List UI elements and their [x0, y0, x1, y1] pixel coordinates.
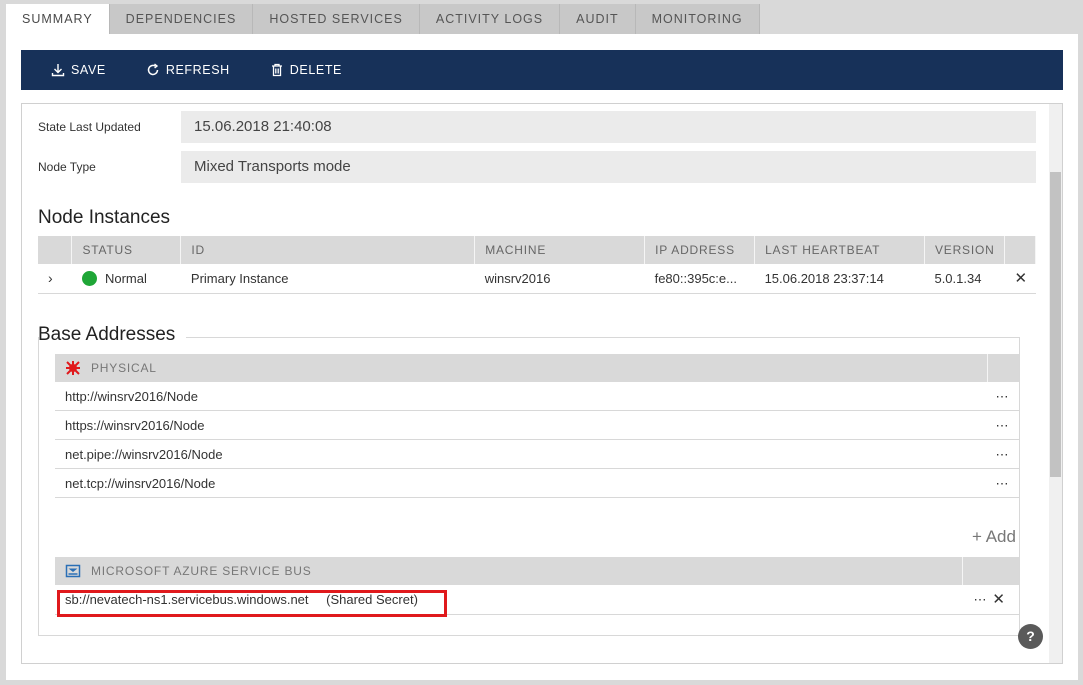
column-last-heartbeat: LAST HEARTBEAT — [754, 236, 925, 264]
expand-column-header — [38, 236, 73, 264]
node-type-label: Node Type — [38, 160, 96, 174]
version-cell: 5.0.1.34 — [924, 264, 1005, 294]
expand-cell: › — [38, 264, 72, 294]
address-text: https://winsrv2016/Node — [65, 418, 205, 433]
id-cell: Primary Instance — [180, 264, 475, 294]
status-cell: Normal — [71, 264, 181, 294]
actions-column-header — [1004, 236, 1037, 264]
status-indicator-icon — [81, 270, 97, 286]
content-area: State Last Updated 15.06.2018 21:40:08 N… — [21, 103, 1063, 664]
azure-header-label: MICROSOFT AZURE SERVICE BUS — [91, 564, 312, 578]
address-text: net.pipe://winsrv2016/Node — [65, 447, 223, 462]
list-item: https://winsrv2016/Node ⋯ — [55, 411, 1019, 440]
state-last-updated-row: State Last Updated 15.06.2018 21:40:08 — [38, 111, 1036, 143]
physical-header-label: PHYSICAL — [91, 361, 157, 375]
table-header-row: STATUS ID MACHINE IP ADDRESS LAST HEARTB… — [38, 236, 1037, 264]
machine-cell: winsrv2016 — [474, 264, 645, 294]
download-icon — [51, 64, 65, 77]
trash-icon — [271, 63, 282, 77]
refresh-button[interactable]: REFRESH — [146, 63, 230, 77]
list-item: net.pipe://winsrv2016/Node ⋯ — [55, 440, 1019, 469]
delete-label: DELETE — [289, 63, 342, 77]
more-options-icon[interactable]: ⋯ — [996, 469, 1010, 498]
header-separator — [962, 557, 963, 585]
save-button[interactable]: SAVE — [51, 63, 106, 77]
header-separator — [987, 354, 988, 382]
node-instances-title: Node Instances — [38, 207, 171, 228]
column-ip-address: IP ADDRESS — [644, 236, 756, 264]
column-version: VERSION — [924, 236, 1005, 264]
state-last-updated-label: State Last Updated — [38, 120, 141, 134]
node-instances-table: STATUS ID MACHINE IP ADDRESS LAST HEARTB… — [38, 236, 1037, 294]
list-item: net.tcp://winsrv2016/Node ⋯ — [55, 469, 1019, 498]
chevron-right-icon[interactable]: › — [48, 270, 53, 286]
scrollbar-thumb[interactable] — [1050, 172, 1061, 477]
node-type-row: Node Type Mixed Transports mode — [38, 151, 1036, 183]
physical-network-icon — [66, 361, 80, 375]
more-options-icon[interactable]: ⋯ — [996, 411, 1010, 440]
state-last-updated-value: 15.06.2018 21:40:08 — [181, 111, 1036, 143]
tab-monitoring[interactable]: MONITORING — [635, 4, 760, 34]
azure-group-header: MICROSOFT AZURE SERVICE BUS — [55, 557, 1019, 585]
delete-button[interactable]: DELETE — [270, 63, 342, 77]
add-address-button[interactable]: + Add — [972, 527, 1016, 547]
tab-audit[interactable]: AUDIT — [560, 4, 636, 34]
more-options-icon[interactable]: ⋯ — [996, 382, 1010, 411]
tab-activity-logs[interactable]: ACTIVITY LOGS — [419, 4, 561, 34]
save-label: SAVE — [71, 63, 106, 77]
column-status: STATUS — [71, 236, 182, 264]
refresh-icon — [147, 63, 159, 76]
address-text: net.tcp://winsrv2016/Node — [65, 476, 216, 491]
tab-bar: SUMMARY DEPENDENCIES HOSTED SERVICES ACT… — [6, 4, 760, 34]
highlight-box — [57, 590, 447, 617]
remove-cell: ✕ — [1004, 264, 1036, 294]
tab-dependencies[interactable]: DEPENDENCIES — [109, 4, 254, 34]
status-text: Normal — [104, 270, 147, 286]
table-row: › Normal Primary Instance winsrv2016 fe8… — [38, 264, 1036, 294]
heartbeat-cell: 15.06.2018 23:37:14 — [754, 264, 925, 294]
close-icon[interactable]: ✕ — [1014, 270, 1027, 287]
summary-panel: SAVE REFRESH DELETE State Last Updated 1… — [6, 34, 1078, 680]
column-id: ID — [180, 236, 476, 264]
tab-hosted-services[interactable]: HOSTED SERVICES — [253, 4, 420, 34]
tab-summary[interactable]: SUMMARY — [6, 4, 110, 34]
node-type-value: Mixed Transports mode — [181, 151, 1036, 183]
toolbar: SAVE REFRESH DELETE — [21, 50, 1063, 90]
help-button[interactable]: ? — [1018, 624, 1043, 649]
more-options-icon[interactable]: ⋯ — [974, 585, 988, 615]
list-item: http://winsrv2016/Node ⋯ — [55, 382, 1019, 411]
more-options-icon[interactable]: ⋯ — [996, 440, 1010, 469]
refresh-label: REFRESH — [165, 63, 230, 77]
column-machine: MACHINE — [474, 236, 646, 264]
ip-address-cell: fe80::395c:e... — [644, 264, 755, 294]
close-icon[interactable]: ✕ — [992, 585, 1005, 615]
azure-service-bus-icon — [65, 564, 81, 578]
vertical-scrollbar[interactable] — [1049, 104, 1062, 663]
physical-group-header: PHYSICAL — [55, 354, 1019, 382]
address-text: http://winsrv2016/Node — [65, 389, 198, 404]
